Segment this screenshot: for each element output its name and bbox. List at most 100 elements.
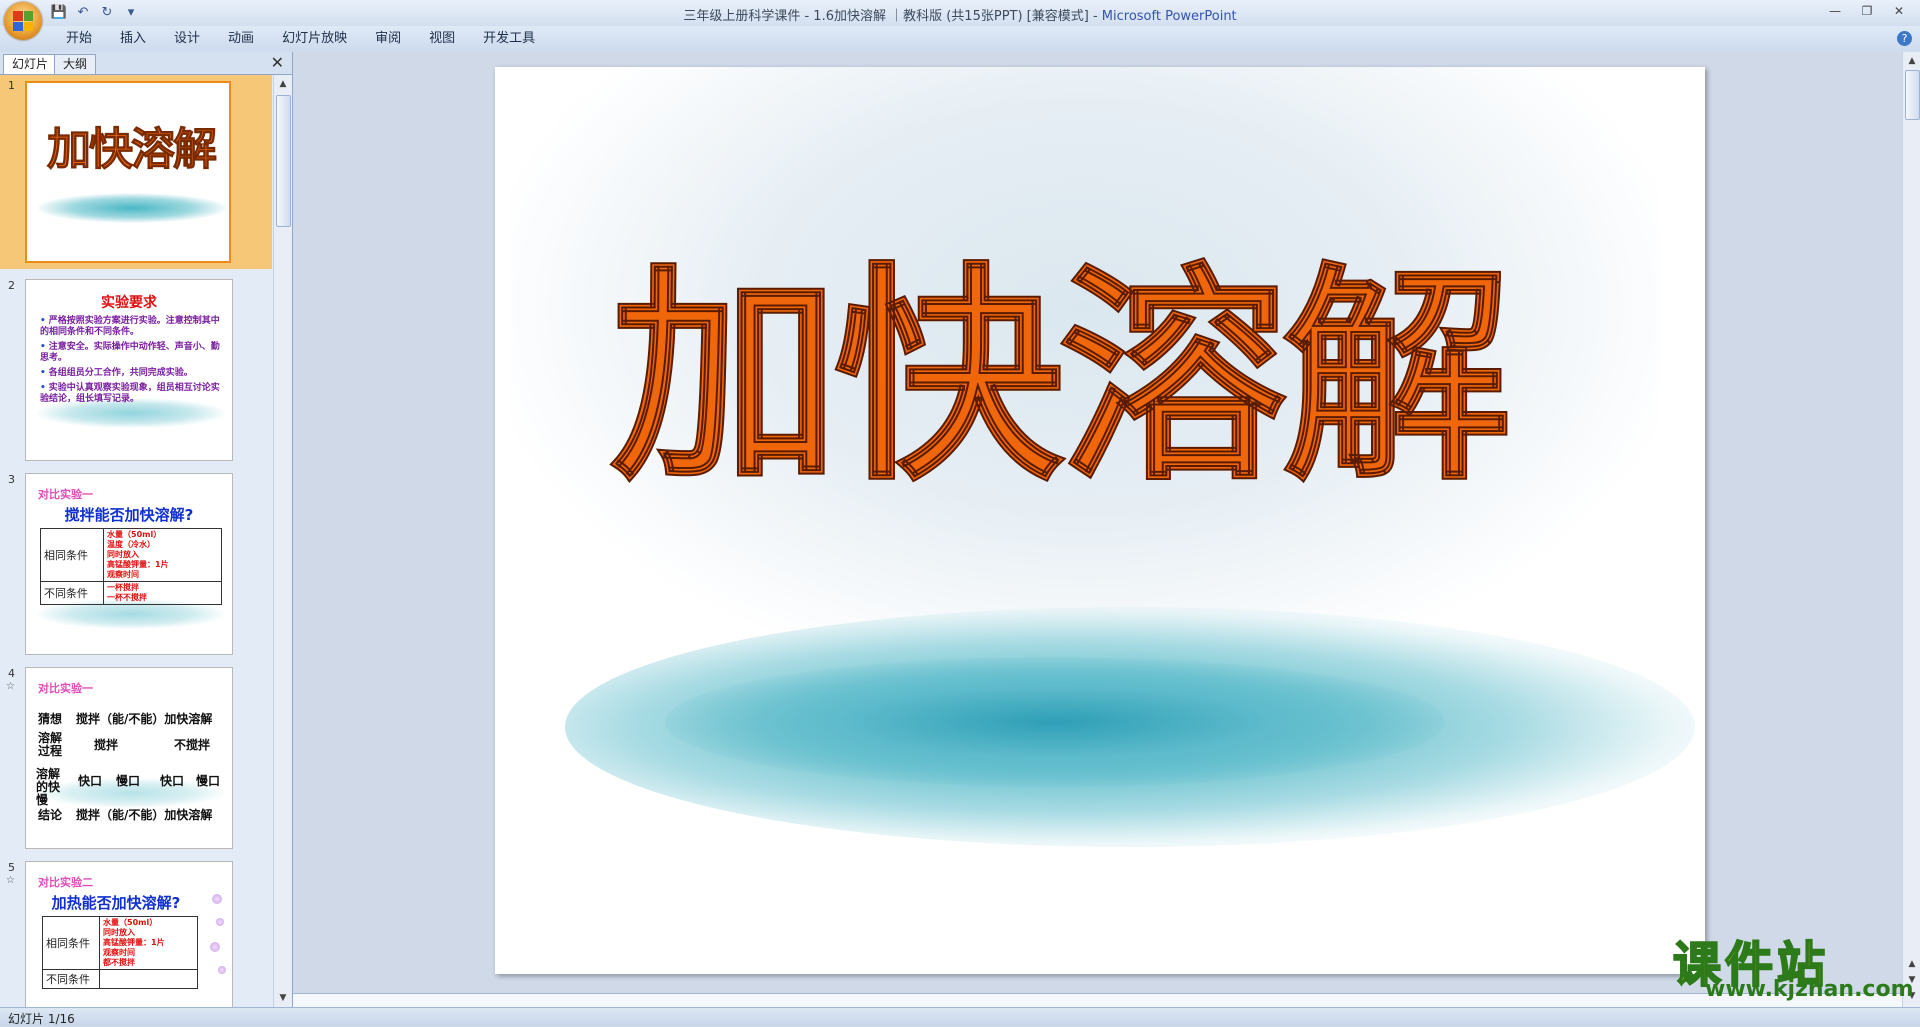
tab-slides[interactable]: 幻灯片 bbox=[3, 54, 58, 74]
document-title: 三年级上册科学课件 - 1.6加快溶解 ｜教科版 (共15张PPT) [兼容模式… bbox=[683, 9, 1102, 24]
process-label: 溶解过程 bbox=[38, 731, 63, 758]
prev-slide-icon[interactable]: ▲ bbox=[1905, 957, 1919, 971]
tab-home[interactable]: 开始 bbox=[52, 26, 106, 52]
window-title: 三年级上册科学课件 - 1.6加快溶解 ｜教科版 (共15张PPT) [兼容模式… bbox=[0, 5, 1920, 24]
office-button[interactable] bbox=[4, 2, 42, 40]
slide-thumbnail-2[interactable]: 实验要求 严格按照实验方案进行实验。注意控制其中的相同条件和不同条件。 注意安全… bbox=[25, 279, 233, 461]
table-cell: 观察时间 bbox=[103, 948, 135, 957]
thumbnail-slot-1[interactable]: 1 加快溶解 bbox=[0, 75, 272, 269]
mist-decoration bbox=[665, 657, 1445, 787]
watermark-logo: 课件站 www.kjzhan.com bbox=[1665, 925, 1914, 1005]
slide-thumbnail-5[interactable]: 对比实验二 加热能否加快溶解? 相同条件 水量（50ml） 同时放入 高锰酸钾量… bbox=[25, 861, 233, 1007]
thumbnail-slot-5[interactable]: 5 ☆ 对比实验二 加热能否加快溶解? 相同条件 水量（50ml） 同时放入 高… bbox=[0, 857, 272, 1007]
slide-number: 1 bbox=[8, 79, 15, 92]
diff-label: 不同条件 bbox=[42, 969, 100, 989]
current-slide[interactable]: 加快溶解 bbox=[495, 67, 1705, 974]
conditions-table: 相同条件 水量（50ml） 同时放入 高锰酸钾量：1片 观察时间 都不搅拌 不同… bbox=[42, 916, 198, 989]
col-stir: 搅拌 bbox=[94, 738, 119, 752]
slide-thumbnail-1[interactable]: 加快溶解 bbox=[25, 81, 231, 263]
animation-icon: ☆ bbox=[6, 875, 15, 886]
window-controls: — ❐ ✕ bbox=[1820, 2, 1914, 20]
table-cell: 一杯不搅拌 bbox=[107, 593, 147, 602]
diff-label: 不同条件 bbox=[40, 581, 104, 605]
table-cell: 同时放入 bbox=[107, 550, 139, 559]
table-cell: 同时放入 bbox=[103, 928, 135, 937]
tab-insert[interactable]: 插入 bbox=[106, 26, 160, 52]
thumbnail-slot-2[interactable]: 2 实验要求 严格按照实验方案进行实验。注意控制其中的相同条件和不同条件。 注意… bbox=[0, 275, 272, 465]
thumb-heading: 搅拌能否加快溶解? bbox=[64, 506, 194, 524]
thumbnail-slot-3[interactable]: 3 对比实验一 搅拌能否加快溶解? 相同条件 水量（50ml） 温度（冷水） 同… bbox=[0, 469, 272, 659]
close-panel-icon[interactable]: ✕ bbox=[271, 53, 284, 72]
minimize-icon[interactable]: — bbox=[1820, 2, 1850, 20]
scroll-thumb[interactable] bbox=[276, 95, 291, 227]
bubble-decoration bbox=[218, 966, 226, 974]
requirements-list: 严格按照实验方案进行实验。注意控制其中的相同条件和不同条件。 注意安全。实际操作… bbox=[40, 316, 226, 409]
conclusion-text: 搅拌（能/不能）加快溶解 bbox=[76, 808, 213, 822]
speed-label: 溶解的快慢 bbox=[36, 767, 61, 807]
same-label: 相同条件 bbox=[42, 916, 100, 970]
list-item: 实验中认真观察实验现象，组员相互讨论实验结论，组长填写记录。 bbox=[40, 383, 226, 405]
scroll-thumb[interactable] bbox=[1905, 70, 1920, 120]
slide-thumbnail-4[interactable]: 对比实验一 猜想 搅拌（能/不能）加快溶解 溶解过程 搅拌 不搅拌 溶解的快慢 … bbox=[25, 667, 233, 849]
checkbox-slow: 慢口 bbox=[196, 774, 221, 788]
slide-indicator: 幻灯片 1/16 bbox=[8, 1012, 75, 1026]
bubble-decoration bbox=[210, 942, 220, 952]
guess-label: 猜想 bbox=[38, 712, 63, 726]
tab-view[interactable]: 视图 bbox=[415, 26, 469, 52]
table-cell: 水量（50ml） bbox=[103, 918, 158, 927]
thumb-heading: 加热能否加快溶解? bbox=[51, 894, 181, 912]
table-cell: 观察时间 bbox=[107, 570, 139, 579]
list-item: 注意安全。实际操作中动作轻、声音小、勤思考。 bbox=[40, 342, 226, 364]
help-icon[interactable]: ? bbox=[1897, 31, 1912, 46]
scroll-up-icon[interactable]: ▲ bbox=[1905, 54, 1919, 68]
same-label: 相同条件 bbox=[40, 528, 104, 582]
bubble-decoration bbox=[212, 894, 222, 904]
editor-scrollbar[interactable]: ▲ ▲ ▼ ▼ bbox=[1902, 52, 1920, 1007]
notes-pane[interactable] bbox=[293, 993, 1902, 1008]
tab-outline[interactable]: 大纲 bbox=[54, 54, 97, 74]
checkbox-slow: 慢口 bbox=[116, 774, 141, 788]
tab-slideshow[interactable]: 幻灯片放映 bbox=[268, 26, 361, 52]
ribbon-tabs: 开始 插入 设计 动画 幻灯片放映 审阅 视图 开发工具 bbox=[52, 26, 549, 52]
slide-thumbnail-3[interactable]: 对比实验一 搅拌能否加快溶解? 相同条件 水量（50ml） 温度（冷水） 同时放… bbox=[25, 473, 233, 655]
slide-title[interactable]: 加快溶解 bbox=[609, 246, 1513, 508]
thumbnail-slot-4[interactable]: 4 ☆ 对比实验一 猜想 搅拌（能/不能）加快溶解 溶解过程 搅拌 不搅拌 溶解… bbox=[0, 663, 272, 853]
checkbox-fast: 快口 bbox=[78, 774, 103, 788]
thumb-title: 实验要求 bbox=[101, 295, 157, 311]
col-no-stir: 不搅拌 bbox=[174, 738, 211, 752]
checkbox-fast: 快口 bbox=[160, 774, 185, 788]
bubble-decoration bbox=[216, 918, 224, 926]
list-item: 严格按照实验方案进行实验。注意控制其中的相同条件和不同条件。 bbox=[40, 316, 226, 338]
experiment-label: 对比实验二 bbox=[38, 876, 93, 889]
thumb-title: 加快溶解 bbox=[47, 124, 218, 176]
table-cell: 高锰酸钾量：1片 bbox=[103, 938, 165, 947]
tab-developer[interactable]: 开发工具 bbox=[469, 26, 549, 52]
slide-number: 2 bbox=[8, 279, 15, 292]
scroll-up-icon[interactable]: ▲ bbox=[276, 77, 290, 91]
table-cell: 都不搅拌 bbox=[103, 958, 135, 967]
watermark-url: www.kjzhan.com bbox=[1705, 977, 1914, 1002]
title-bar: 💾 ↶ ↻ ▾ 三年级上册科学课件 - 1.6加快溶解 ｜教科版 (共15张PP… bbox=[0, 0, 1920, 40]
tab-animations[interactable]: 动画 bbox=[214, 26, 268, 52]
slides-panel: 幻灯片 大纲 ✕ 1 加快溶解 2 实验要求 严格按照实验方案进行实验。注意控制… bbox=[0, 52, 293, 1007]
status-bar: 幻灯片 1/16 bbox=[0, 1007, 1920, 1026]
experiment-label: 对比实验一 bbox=[38, 682, 93, 695]
conditions-table: 相同条件 水量（50ml） 温度（冷水） 同时放入 高锰酸钾量：1片 观察时间 … bbox=[40, 528, 222, 605]
tab-review[interactable]: 审阅 bbox=[361, 26, 415, 52]
list-item: 各组组员分工合作，共同完成实验。 bbox=[40, 368, 226, 379]
thumbnail-list: 1 加快溶解 2 实验要求 严格按照实验方案进行实验。注意控制其中的相同条件和不… bbox=[0, 75, 272, 1007]
slide-number: 3 bbox=[8, 473, 15, 486]
app-name: Microsoft PowerPoint bbox=[1101, 9, 1237, 24]
scroll-down-icon[interactable]: ▼ bbox=[276, 991, 290, 1005]
panel-scrollbar[interactable]: ▲ ▼ bbox=[273, 75, 292, 1007]
tab-design[interactable]: 设计 bbox=[160, 26, 214, 52]
table-cell: 一杯搅拌 bbox=[107, 583, 139, 592]
restore-icon[interactable]: ❐ bbox=[1852, 2, 1882, 20]
panel-tabs: 幻灯片 大纲 ✕ bbox=[0, 52, 292, 75]
slide-number: 5 bbox=[8, 861, 15, 874]
slide-number: 4 bbox=[8, 667, 15, 680]
guess-text: 搅拌（能/不能）加快溶解 bbox=[76, 712, 213, 726]
office-logo-icon bbox=[13, 11, 33, 31]
close-icon[interactable]: ✕ bbox=[1884, 2, 1914, 20]
table-cell: 高锰酸钾量：1片 bbox=[107, 560, 169, 569]
